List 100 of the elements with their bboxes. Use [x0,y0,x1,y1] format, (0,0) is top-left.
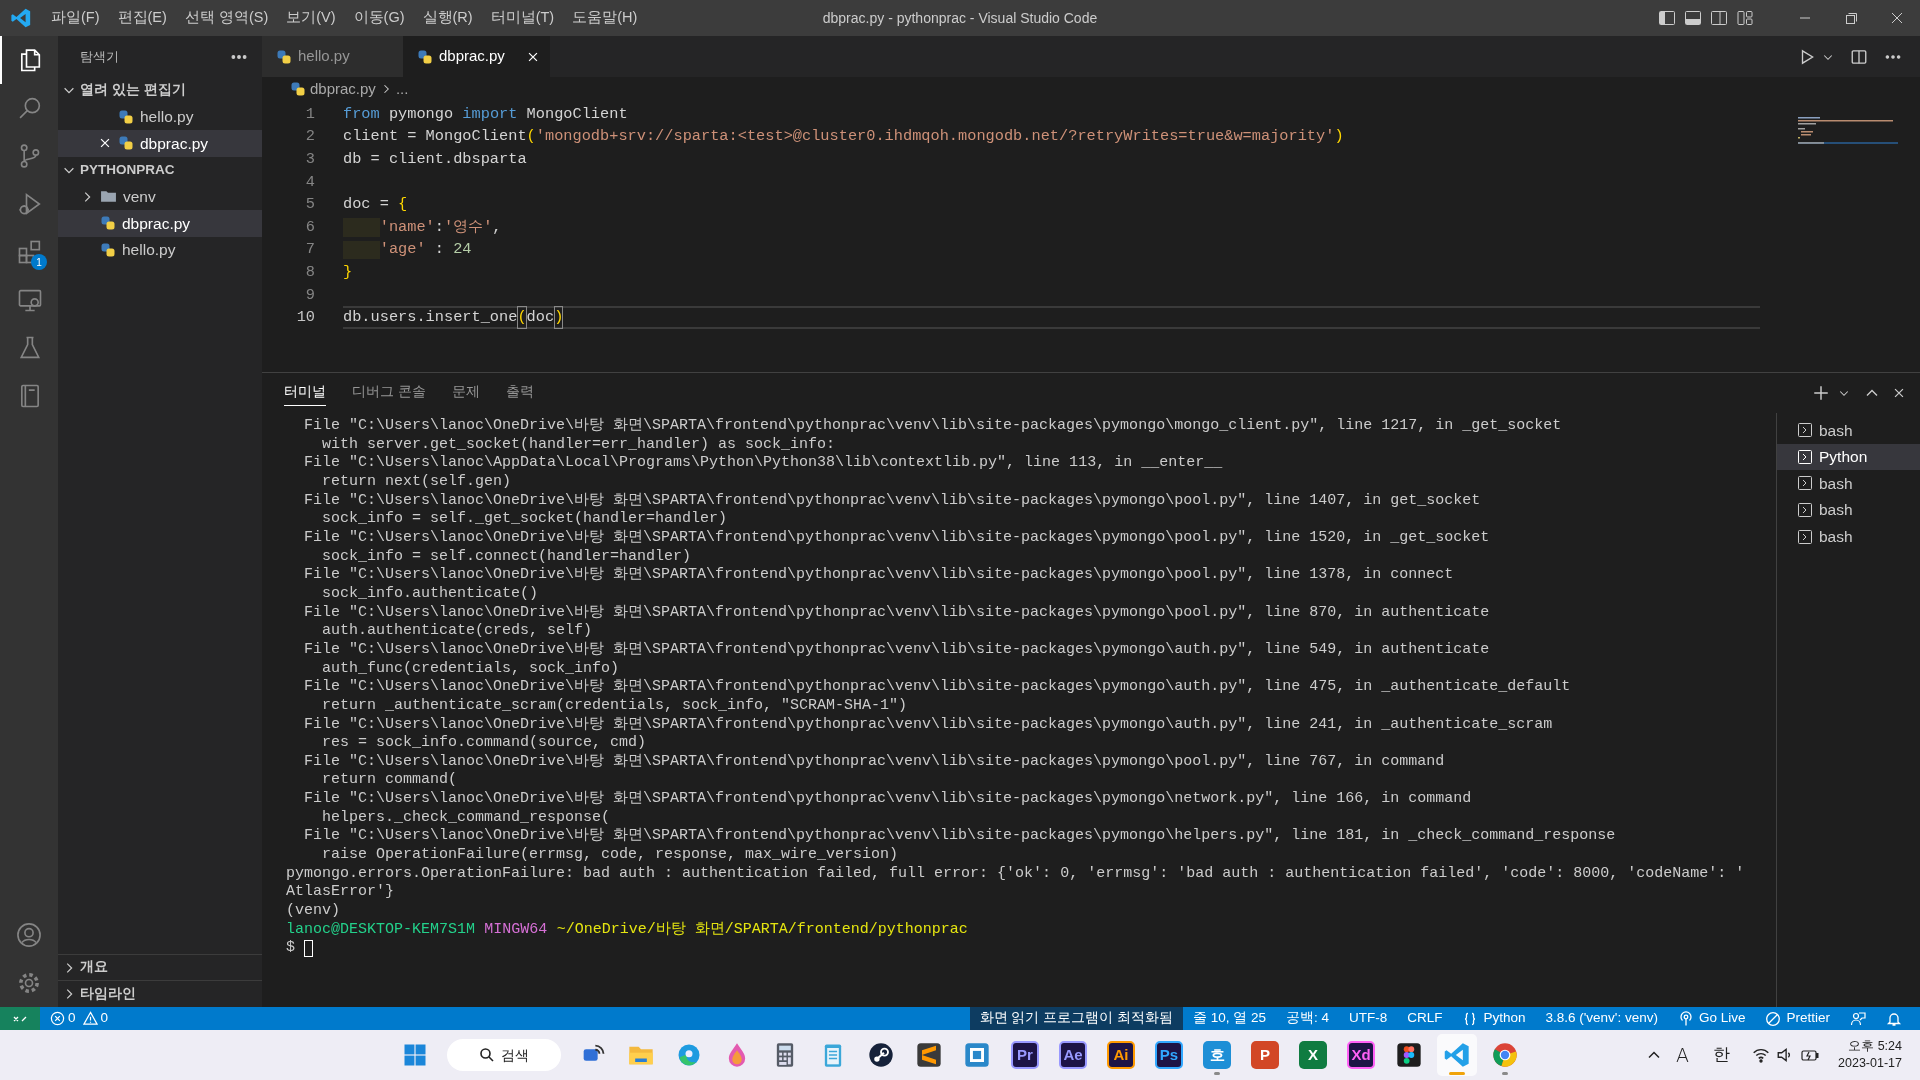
line-number: 3 [304,149,315,170]
terminal-list-item[interactable]: bash [1777,496,1920,524]
terminal-line: $ [286,939,295,959]
problems-button[interactable]: 0 0 [40,1007,119,1030]
terminal-line: File "C:\Users\lanoc\OneDrive\바탕 화면\SPARTA\frontend\pythonprac\venv\lib\site-packages\pymongo\helpers.py", line 181, in _check_command_response [304,827,1616,845]
status-item[interactable]: CRLF [1397,1007,1453,1030]
line-number: 4 [304,171,315,193]
app-tile[interactable]: Xd [1347,1041,1375,1069]
search-field[interactable]: 검색 [447,1039,561,1071]
toggle-sidebar-icon[interactable] [1657,8,1677,28]
terminal-line: File "C:\Users\lanoc\OneDrive\바탕 화면\SPARTA\frontend\pythonprac\venv\lib\site-packages\pymongo\auth.py", line 241, in _authenticate_scram [304,715,1553,733]
code-line: client = MongoClient('mongodb+srv://sparta:<test>@cluster0.ihdmqoh.mongodb.net/?retryWrites=true&w=majority') [343,126,1345,148]
menu-item[interactable]: 이동(G) [344,3,414,33]
close-icon[interactable] [1892,386,1906,400]
section-header[interactable]: PYTHONPRAC [80,159,175,181]
menu-item[interactable]: 파일(F) [42,3,109,33]
menu-item[interactable]: 터미널(T) [481,3,564,33]
breadcrumb-item[interactable]: ... [395,77,409,101]
terminal-line: auth_func(credentials, sock_info) [322,659,620,677]
panel-tab[interactable]: 터미널 [284,380,326,406]
status-item[interactable]: 공백: 4 [1275,1007,1339,1030]
panel-tab[interactable]: 출력 [505,380,534,406]
tree-item[interactable]: dbprac.py [58,130,262,157]
status-item[interactable]: Python [1452,1007,1536,1030]
terminal-list-item[interactable]: bash [1777,523,1920,550]
terminal-prompt-part: lanoc@DESKTOP-KEM7S1M [286,920,476,940]
app-tile[interactable]: Pr [1011,1041,1039,1069]
tree-item[interactable]: hello.py [58,236,262,264]
terminal-prompt-part: ~/OneDrive/바탕 화면/SPARTA/frontend/pythonprac [556,920,968,940]
badge: 1 [31,254,47,270]
terminal-line: AtlasError'} [286,883,395,901]
status-item[interactable]: 3.8.6 ('venv': venv) [1535,1007,1668,1030]
bell-icon[interactable] [1886,1010,1902,1027]
app-tile[interactable]: 호 [1203,1041,1231,1069]
toggle-secondary-sidebar-icon[interactable] [1709,8,1729,28]
section-header[interactable]: 타임라인 [80,984,136,1005]
terminal-line: File "C:\Users\lanoc\AppData\Local\Programs\Python\Python38\lib\contextlib.py", line 113, in __enter__ [304,454,1223,472]
status-item[interactable]: Prettier [1755,1007,1840,1030]
language-indicator[interactable]: 한 [1713,1042,1731,1068]
tree-item[interactable]: hello.py [58,103,262,131]
app-tile[interactable]: Ae [1059,1041,1087,1069]
menu-item[interactable]: 보기(V) [277,3,345,33]
line-number: 9 [304,284,315,306]
plus-icon[interactable] [1812,384,1830,402]
terminal-line: File "C:\Users\lanoc\OneDrive\바탕 화면\SPARTA\frontend\pythonprac\venv\lib\site-packages\pymongo\network.py", line 166, in command [304,790,1472,808]
window-title: dbprac.py - pythonprac - Visual Studio Code [822,9,1098,26]
error-count: 0 [68,1009,76,1028]
account-icon[interactable] [15,921,43,949]
terminal-line: (venv) [286,902,340,920]
clock-time[interactable]: 오후 5:24 [1848,1038,1902,1055]
menu-item[interactable]: 편집(E) [108,3,176,33]
editor-tab[interactable]: dbprac.py [403,36,550,77]
app-tile[interactable]: Ai [1107,1041,1135,1069]
split-editor-icon[interactable] [1850,47,1868,66]
status-item[interactable]: Go Live [1667,1007,1756,1030]
section-header[interactable]: 열려 있는 편집기 [80,80,186,101]
app-icon[interactable] [1395,1041,1423,1069]
terminal-icon [1797,528,1813,545]
code-line: doc = { [343,194,409,216]
editor-tab[interactable]: hello.py [262,36,403,77]
terminal-list-item[interactable]: Python [1777,443,1920,471]
app-icon[interactable] [867,1041,895,1069]
tree-item[interactable]: dbprac.py [58,209,262,237]
terminal-line: File "C:\Users\lanoc\OneDrive\바탕 화면\SPARTA\frontend\pythonprac\venv\lib\site-packages\pymongo\pool.py", line 870, in authenticate [304,603,1490,621]
line-number: 6 [304,216,315,238]
input-mode-indicator[interactable]: A [1676,1040,1690,1070]
app-tile[interactable]: X [1299,1041,1327,1069]
warning-count: 0 [100,1009,109,1028]
status-item[interactable]: 화면 읽기 프로그램이 최적화됨 [969,1007,1183,1030]
terminal-icon [1797,448,1813,465]
terminal-line: File "C:\Users\lanoc\OneDrive\바탕 화면\SPARTA\frontend\pythonprac\venv\lib\site-packages\pymongo\pool.py", line 1407, in get_socket [304,491,1481,509]
status-item[interactable]: 줄 10, 열 25 [1182,1007,1276,1030]
status-item[interactable]: UTF-8 [1338,1007,1398,1030]
tree-item[interactable]: venv [58,183,262,210]
browser-icon[interactable] [1491,1041,1519,1069]
feedback-icon[interactable] [1850,1010,1866,1027]
file-type-icon [290,81,306,97]
app-tile[interactable]: P [1251,1041,1279,1069]
menu-item[interactable]: 실행(R) [413,3,482,33]
file-type-icon [276,48,292,65]
app-tile[interactable]: Ps [1155,1041,1183,1069]
menu-item[interactable]: 선택 영역(S) [175,3,278,33]
panel-tab[interactable]: 디버그 콘솔 [352,380,426,406]
section-header[interactable]: 개요 [80,957,108,978]
layout-icon[interactable] [1735,8,1755,28]
terminal-line: with server.get_socket(handler=err_handler) as sock_info: [322,435,836,453]
cursor [304,940,313,958]
app-icon[interactable] [915,1041,943,1069]
clock-date[interactable]: 2023-01-17 [1838,1055,1902,1072]
terminal-line: helpers._check_command_response( [322,808,611,826]
terminal-line: File "C:\Users\lanoc\OneDrive\바탕 화면\SPARTA\frontend\pythonprac\venv\lib\site-packages\pymongo\pool.py", line 1378, in connect [304,566,1454,584]
breadcrumb-item[interactable]: dbprac.py [310,77,376,101]
terminal-list-item[interactable]: bash [1777,470,1920,497]
toggle-panel-icon[interactable] [1683,8,1703,28]
panel-tab[interactable]: 문제 [451,380,480,406]
line-number: 7 [304,239,315,261]
terminal-list-item[interactable]: bash [1777,417,1920,444]
terminal-line: File "C:\Users\lanoc\OneDrive\바탕 화면\SPARTA\frontend\pythonprac\venv\lib\site-packages\pymongo\pool.py", line 1520, in _get_socket [304,528,1490,546]
menu-item[interactable]: 도움말(H) [563,3,647,33]
wifi-icon[interactable] [1752,1046,1771,1064]
